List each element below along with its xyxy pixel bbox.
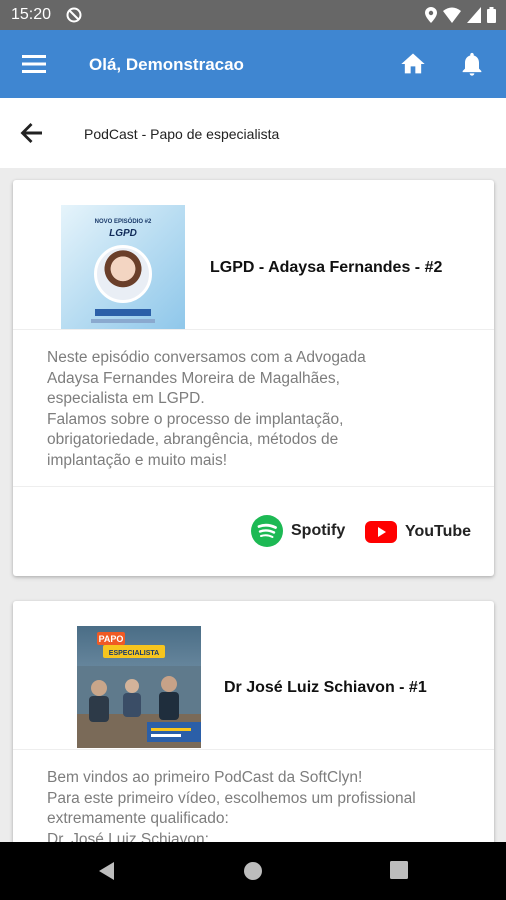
- description-line: implantação e muito mais!: [47, 451, 228, 469]
- description-line: extremamente qualificado:: [47, 810, 229, 827]
- guest-photo: [94, 245, 152, 303]
- status-bar: 15:20: [0, 0, 506, 30]
- thumbnail-caption: NOVO EPISÓDIO #2: [94, 219, 152, 225]
- notification-bell-icon[interactable]: [458, 50, 486, 78]
- logo-text-especialista: ESPECIALISTA: [109, 650, 159, 657]
- thumbnail-subtitle-bar: [91, 319, 155, 323]
- status-time: 15:20: [11, 6, 52, 23]
- app-bar: Olá, Demonstracao: [0, 30, 506, 98]
- description-line: obrigatoriedade, abrangência, métodos de: [47, 431, 339, 448]
- episode-card: PAPO ESPECIALISTA Dr José Luiz Schiavon …: [13, 601, 494, 861]
- arrow-back-icon[interactable]: [20, 122, 44, 144]
- divider: [13, 749, 494, 750]
- wifi-icon: [443, 7, 461, 23]
- description-line: especialista em LGPD.: [47, 390, 205, 407]
- spotify-label: Spotify: [291, 522, 346, 539]
- home-icon[interactable]: [399, 50, 427, 78]
- nav-recents-icon[interactable]: [390, 861, 408, 879]
- youtube-icon: [365, 521, 397, 543]
- system-navigation-bar: [0, 842, 506, 900]
- episode-description: Neste episódio conversamos com a Advogad…: [47, 348, 467, 471]
- description-line: Falamos sobre o processo de implantação,: [47, 410, 344, 428]
- episode-thumbnail[interactable]: PAPO ESPECIALISTA: [77, 626, 201, 748]
- description-line: Para este primeiro vídeo, escolhemos um …: [47, 789, 416, 807]
- spotify-link[interactable]: Spotify: [251, 515, 345, 547]
- divider: [13, 329, 494, 330]
- nav-home-icon[interactable]: [243, 861, 263, 881]
- episode-title[interactable]: LGPD - Adaysa Fernandes - #2: [210, 259, 442, 277]
- youtube-label: YouTube: [405, 523, 472, 540]
- youtube-link[interactable]: YouTube: [365, 521, 471, 543]
- episode-card: NOVO EPISÓDIO #2 LGPD LGPD - Adaysa Fern…: [13, 180, 494, 576]
- location-icon: [425, 7, 437, 23]
- page-title: PodCast - Papo de especialista: [84, 126, 280, 142]
- episode-title[interactable]: Dr José Luiz Schiavon - #1: [224, 679, 427, 697]
- do-not-disturb-icon: [66, 7, 82, 23]
- hamburger-menu-icon[interactable]: [22, 54, 46, 74]
- greeting-title: Olá, Demonstracao: [89, 55, 244, 74]
- battery-icon: [487, 7, 496, 23]
- description-line: Bem vindos ao primeiro PodCast da SoftCl…: [47, 769, 363, 786]
- page-header: PodCast - Papo de especialista: [0, 98, 506, 168]
- signal-icon: [467, 7, 481, 23]
- episode-thumbnail[interactable]: NOVO EPISÓDIO #2 LGPD: [61, 205, 185, 329]
- divider: [13, 486, 494, 487]
- description-line: Adaysa Fernandes Moreira de Magalhães,: [47, 369, 340, 387]
- meeting-photo: [77, 666, 201, 748]
- podcast-logo: PAPO ESPECIALISTA: [97, 632, 165, 658]
- description-line: Neste episódio conversamos com a Advogad…: [47, 349, 366, 366]
- episode-description: Bem vindos ao primeiro PodCast da SoftCl…: [47, 768, 467, 850]
- nav-back-icon[interactable]: [97, 861, 117, 881]
- thumbnail-title: LGPD: [109, 228, 137, 239]
- thumbnail-name-bar: [95, 309, 151, 316]
- logo-text-papo: PAPO: [99, 634, 124, 644]
- spotify-icon: [251, 515, 283, 547]
